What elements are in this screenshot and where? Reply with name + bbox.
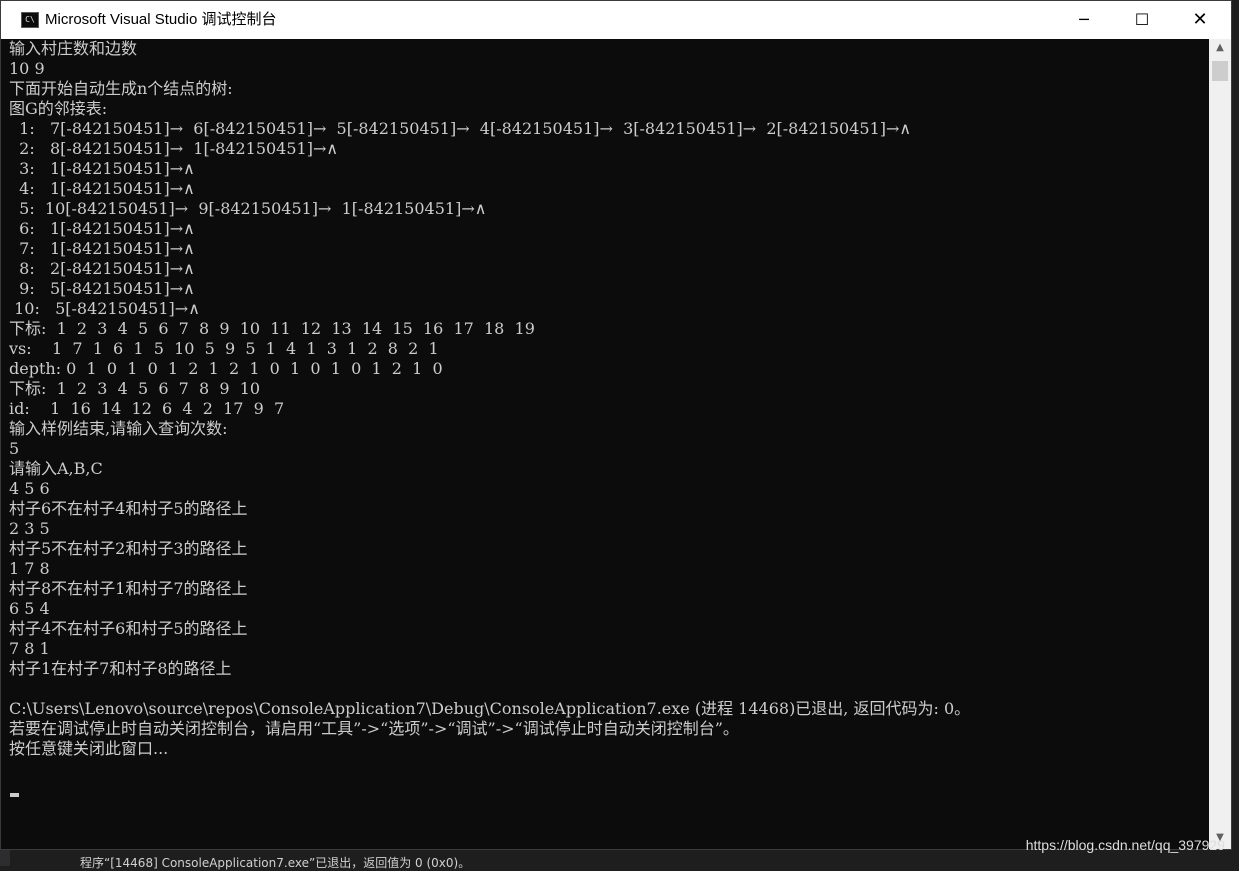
console-line: 6: 1[-842150451]→∧: [9, 219, 195, 238]
console-line: 下标: 1 2 3 4 5 6 7 8 9 10 11 12 13 14 15 …: [9, 319, 535, 338]
close-button[interactable]: ✕: [1171, 1, 1229, 39]
console-line: depth: 0 1 0 1 0 1 2 1 2 1 0 1 0 1 0 1 2…: [9, 359, 443, 378]
title-bar[interactable]: C\ Microsoft Visual Studio 调试控制台 ─ ☐ ✕: [1, 1, 1231, 39]
console-line: 下面开始自动生成n个结点的树:: [9, 79, 233, 98]
scroll-thumb[interactable]: [1212, 61, 1228, 81]
console-line: 1 7 8: [9, 559, 50, 578]
console-cursor-line: [9, 779, 1209, 799]
console-line: 1: 7[-842150451]→ 6[-842150451]→ 5[-8421…: [9, 119, 912, 138]
console-line: 5: 10[-842150451]→ 9[-842150451]→ 1[-842…: [9, 199, 487, 218]
console-line: 输入村庄数和边数: [9, 39, 138, 58]
console-line: 5: [9, 439, 20, 458]
console-line: 若要在调试停止时自动关闭控制台，请启用“工具”->“选项”->“调试”->“调试…: [9, 719, 739, 738]
console-line: C:\Users\Lenovo\source\repos\ConsoleAppl…: [9, 699, 971, 718]
console-line: 3: 1[-842150451]→∧: [9, 159, 195, 178]
output-pane-text: 程序“[14468] ConsoleApplication7.exe”已退出，返…: [80, 856, 471, 870]
console-line: id: 1 16 14 12 6 4 2 17 9 7: [9, 399, 285, 418]
console-app-icon: C\: [21, 12, 39, 28]
console-output[interactable]: 输入村庄数和边数 10 9 下面开始自动生成n个结点的树: 图G的邻接表: 1: 7[…: [9, 39, 1209, 839]
minimize-button[interactable]: ─: [1055, 1, 1113, 39]
console-line: 4 5 6: [9, 479, 50, 498]
console-line: 10: 5[-842150451]→∧: [9, 299, 200, 318]
console-line: 8: 2[-842150451]→∧: [9, 259, 195, 278]
window-title: Microsoft Visual Studio 调试控制台: [45, 11, 277, 28]
console-line: 村子8不在村子1和村子7的路径上: [9, 579, 248, 598]
console-line: 2 3 5: [9, 519, 50, 538]
console-line: 图G的邻接表:: [9, 99, 108, 118]
text-cursor: [10, 793, 19, 797]
console-line: 7: 1[-842150451]→∧: [9, 239, 195, 258]
console-line: 2: 8[-842150451]→ 1[-842150451]→∧: [9, 139, 339, 158]
console-line: 7 8 1: [9, 639, 50, 658]
maximize-button[interactable]: ☐: [1113, 1, 1171, 39]
watermark-url: https://blog.csdn.net/qq_397929: [1025, 837, 1225, 853]
console-line: vs: 1 7 1 6 1 5 10 5 9 5 1 4 1 3 1 2 8 2…: [9, 339, 439, 358]
console-line: 村子6不在村子4和村子5的路径上: [9, 499, 248, 518]
scroll-up-icon[interactable]: ▲: [1209, 39, 1231, 57]
console-line: 9: 5[-842150451]→∧: [9, 279, 195, 298]
console-line: 6 5 4: [9, 599, 50, 618]
console-line: 10 9: [9, 59, 45, 78]
console-line: 请输入A,B,C: [9, 459, 103, 478]
console-line: 村子4不在村子6和村子5的路径上: [9, 619, 248, 638]
debug-console-window[interactable]: C\ Microsoft Visual Studio 调试控制台 ─ ☐ ✕ 输…: [0, 0, 1232, 850]
console-line: 下标: 1 2 3 4 5 6 7 8 9 10: [9, 379, 261, 398]
console-line: 4: 1[-842150451]→∧: [9, 179, 195, 198]
console-line: 按任意键关闭此窗口...: [9, 739, 169, 758]
console-line: 村子1在村子7和村子8的路径上: [9, 659, 232, 678]
console-line: 村子5不在村子2和村子3的路径上: [9, 539, 248, 558]
console-line: 输入样例结束,请输入查询次数:: [9, 419, 228, 438]
vertical-scrollbar[interactable]: ▲ ▼: [1209, 39, 1231, 849]
